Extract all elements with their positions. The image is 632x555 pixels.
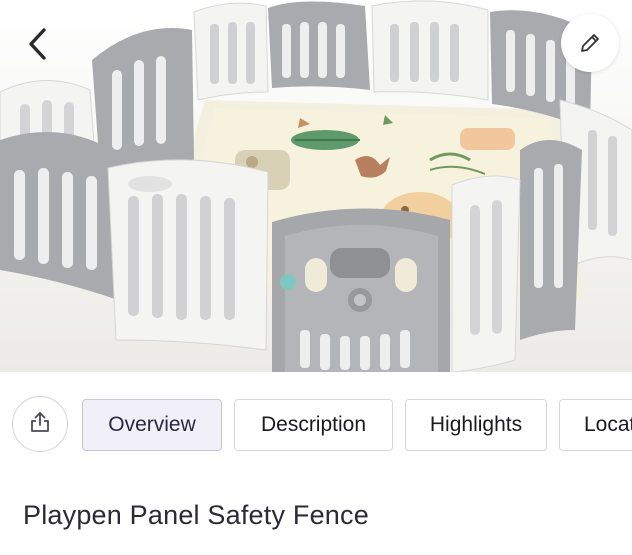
back-button[interactable] bbox=[18, 24, 58, 64]
product-detail-page: Overview Description Highlights Locat Pl… bbox=[0, 0, 632, 555]
tab-highlights[interactable]: Highlights bbox=[405, 399, 547, 451]
edit-button[interactable] bbox=[561, 14, 619, 72]
playpen-illustration bbox=[0, 0, 632, 372]
tab-overview[interactable]: Overview bbox=[82, 399, 222, 451]
product-title: Playpen Panel Safety Fence bbox=[23, 500, 369, 530]
product-image bbox=[0, 0, 632, 372]
tab-description[interactable]: Description bbox=[234, 399, 393, 451]
share-icon bbox=[29, 410, 51, 439]
share-button[interactable] bbox=[12, 396, 68, 452]
chevron-left-icon bbox=[27, 27, 49, 61]
pencil-icon bbox=[578, 31, 602, 55]
tab-location[interactable]: Locat bbox=[559, 399, 632, 451]
